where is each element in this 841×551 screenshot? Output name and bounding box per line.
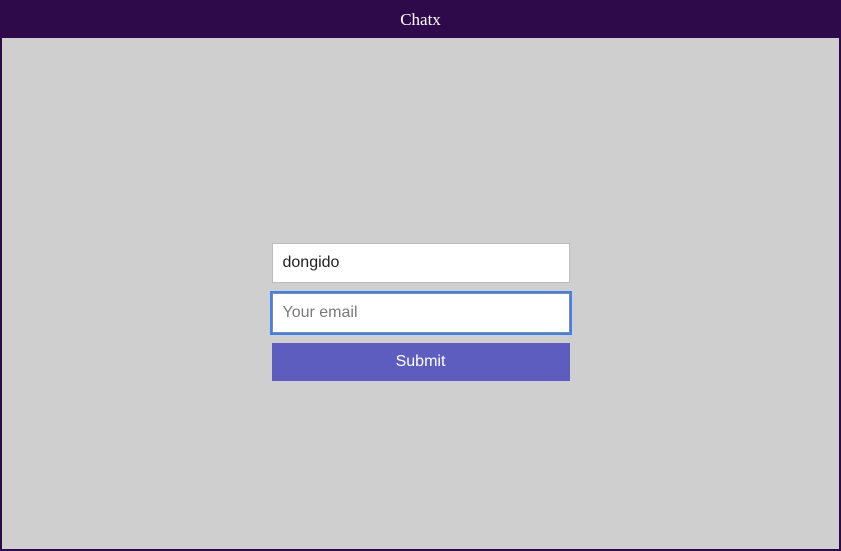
app-header: Chatx xyxy=(2,2,839,38)
app-window: Chatx Submit xyxy=(0,0,841,551)
login-form: Submit xyxy=(272,243,570,381)
app-title: Chatx xyxy=(400,10,441,29)
email-input[interactable] xyxy=(272,293,570,333)
submit-button[interactable]: Submit xyxy=(272,343,570,381)
name-input[interactable] xyxy=(272,243,570,283)
content-area: Submit xyxy=(4,40,837,547)
